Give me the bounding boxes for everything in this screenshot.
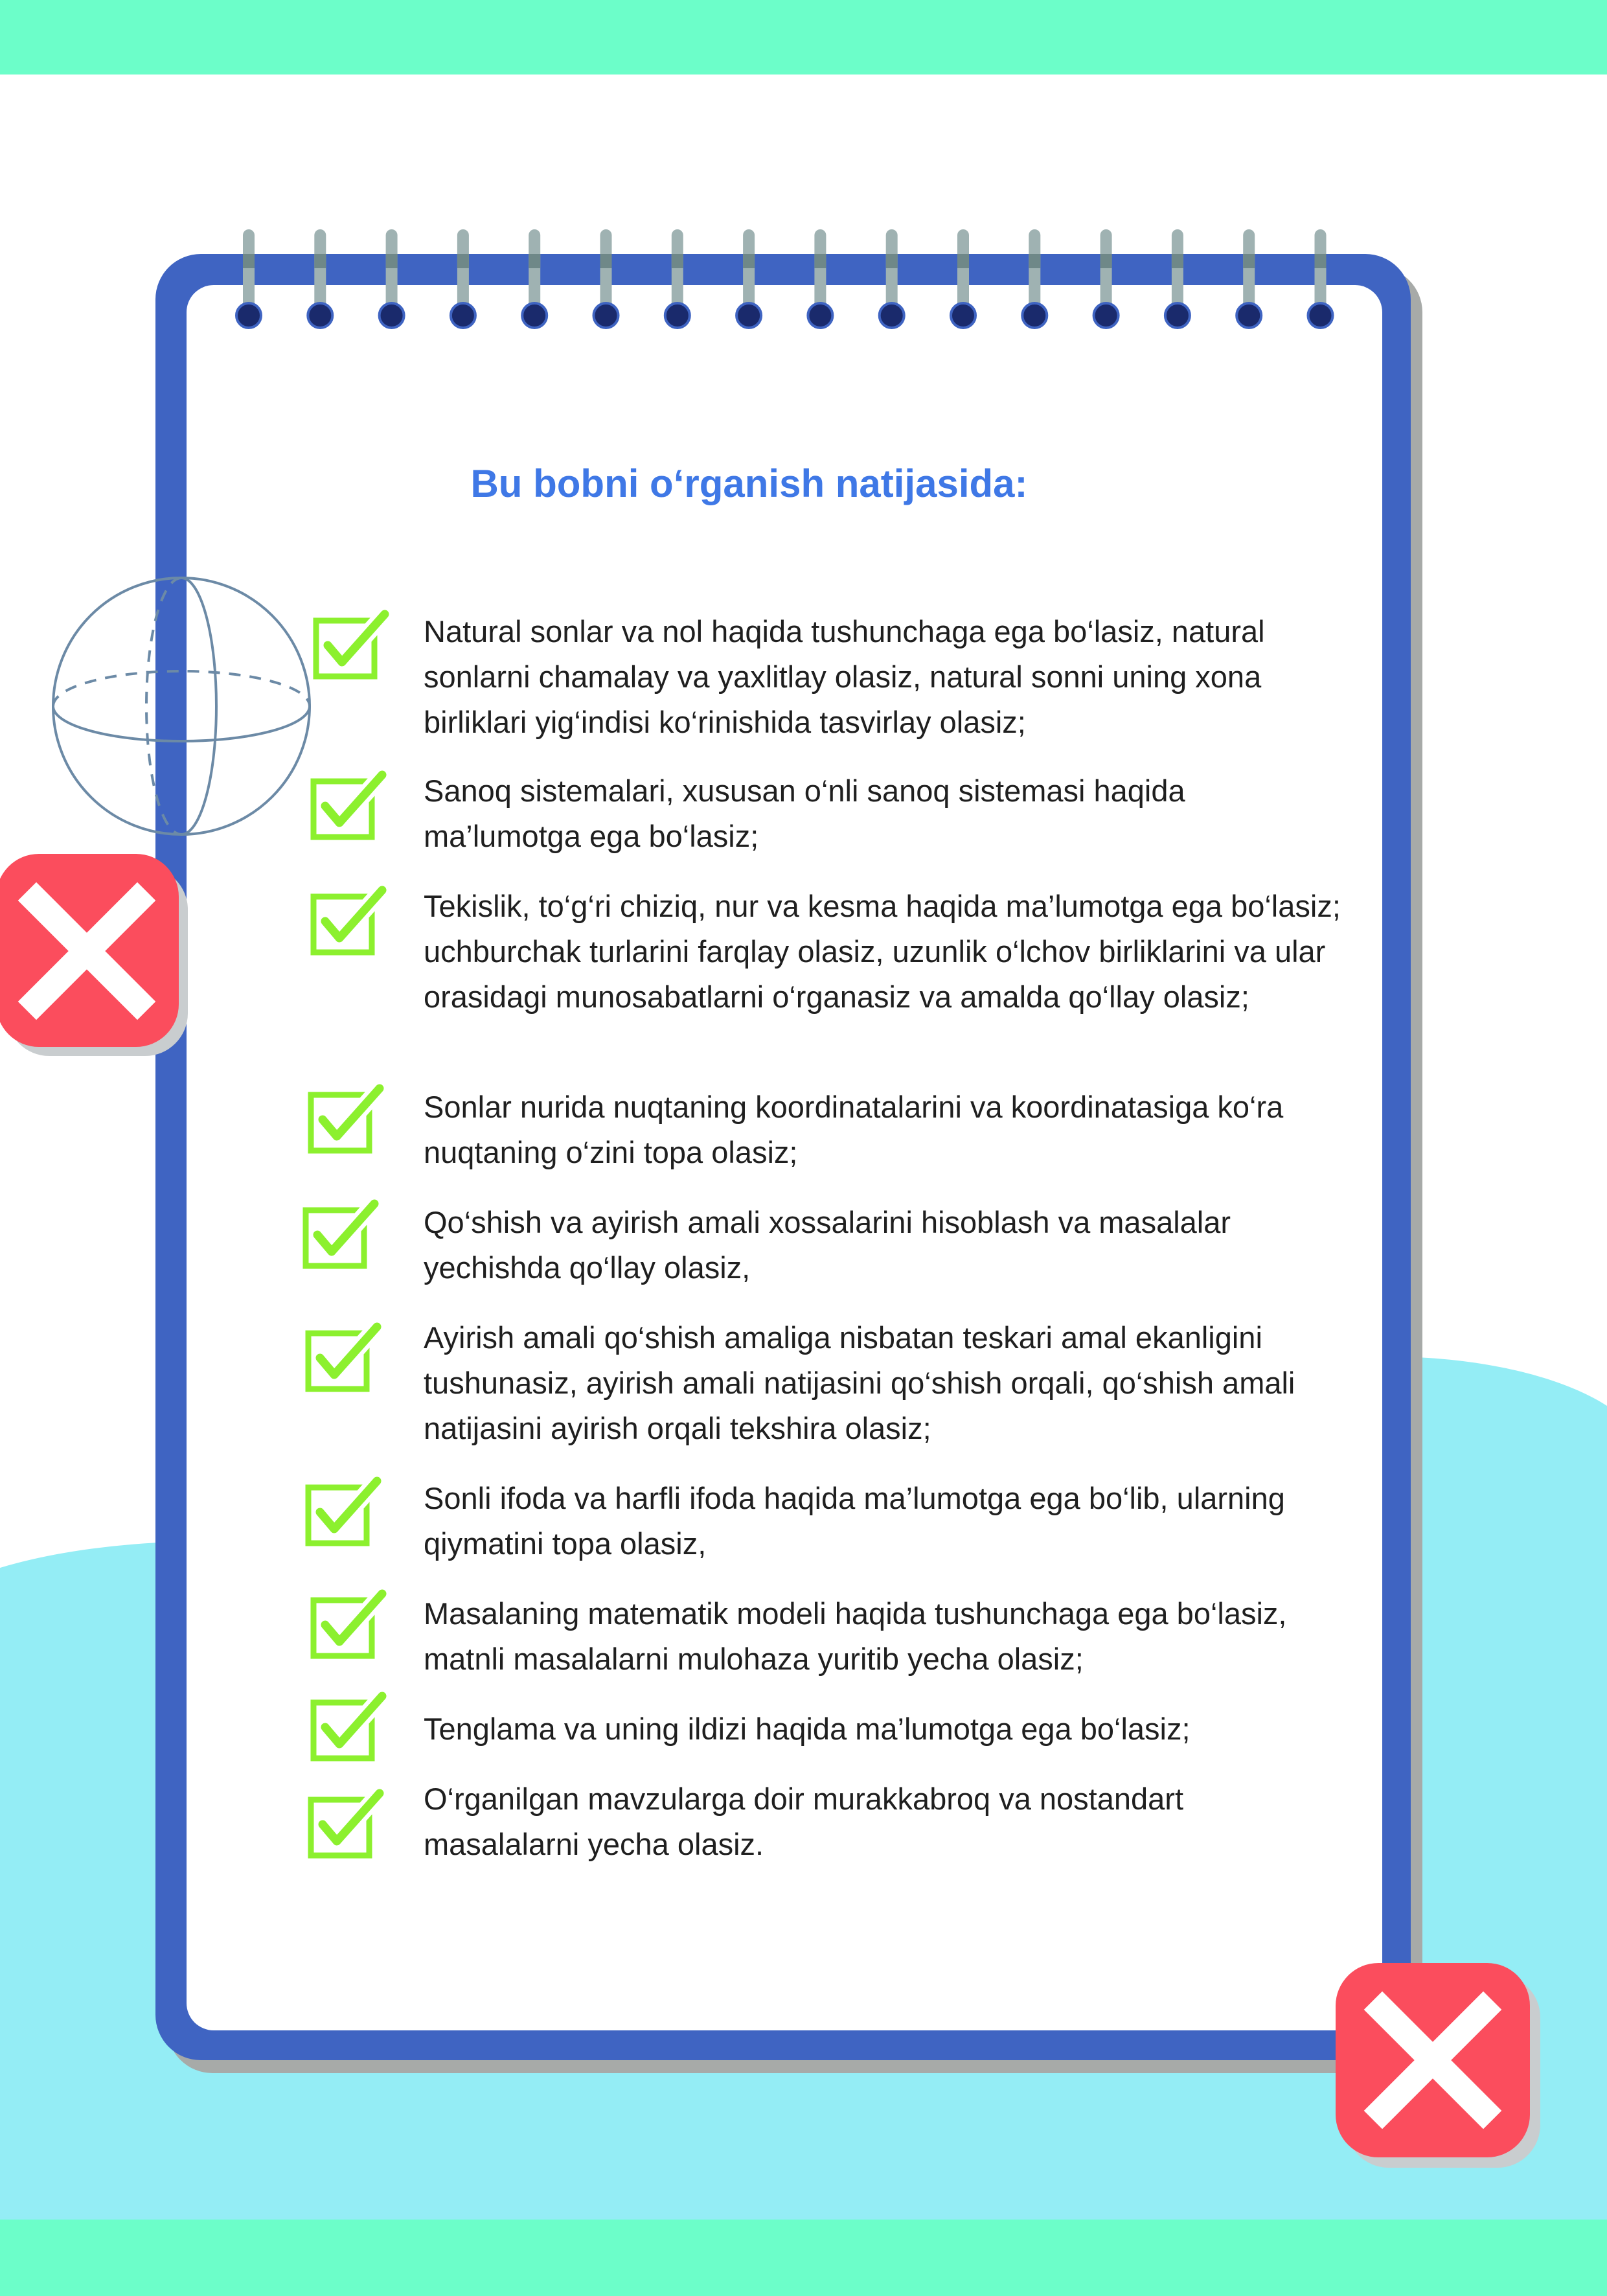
check-icon	[302, 1199, 380, 1269]
check-icon	[308, 1083, 385, 1154]
sphere-icon	[52, 577, 311, 836]
check-icon	[305, 1322, 382, 1392]
spiral-binding	[235, 229, 1334, 329]
spiral-ring-icon	[1163, 229, 1191, 329]
check-icon	[310, 1589, 387, 1659]
spiral-ring-icon	[950, 229, 977, 329]
outcome-text: Sonli ifoda va harfli ifoda haqida ma’lu…	[424, 1481, 1285, 1561]
outcome-text: Ayirish amali qo‘shish amaliga nisbatan …	[424, 1320, 1295, 1445]
outcome-text: Sanoq sistemalari, xususan o‘nli sanoq s…	[424, 774, 1185, 853]
spiral-ring-icon	[1021, 229, 1049, 329]
close-icon	[0, 854, 188, 1056]
spiral-ring-icon	[878, 229, 906, 329]
spiral-ring-icon	[806, 229, 834, 329]
spiral-ring-icon	[592, 229, 620, 329]
spiral-ring-icon	[663, 229, 691, 329]
bottom-color-band	[0, 2220, 1607, 2296]
page-title: Bu bobni o‘rganish natijasida:	[470, 462, 1028, 505]
check-icon	[308, 1788, 385, 1859]
spiral-ring-icon	[521, 229, 549, 329]
spiral-ring-icon	[449, 229, 477, 329]
spiral-ring-icon	[378, 229, 405, 329]
outcome-text: Masalaning matematik modeli haqida tushu…	[424, 1596, 1287, 1676]
outcome-text: Sonlar nurida nuqtaning koordinatalarini…	[424, 1090, 1284, 1169]
spiral-ring-icon	[1092, 229, 1120, 329]
check-icon	[310, 885, 387, 956]
spiral-ring-icon	[1235, 229, 1263, 329]
outcome-text: O‘rganilgan mavzularga doir murakkabroq …	[424, 1782, 1184, 1861]
spiral-ring-icon	[735, 229, 763, 329]
outcome-text: Tekislik, to‘g‘ri chiziq, nur va kesma h…	[424, 889, 1341, 1014]
spiral-ring-icon	[1306, 229, 1334, 329]
check-icon	[310, 770, 387, 840]
check-icon	[310, 1691, 387, 1762]
outcome-text: Tenglama va uning ildizi haqida ma’lumot…	[424, 1712, 1191, 1746]
outcome-text: Natural sonlar va nol haqida tushunchaga…	[424, 614, 1265, 739]
close-icon	[1336, 1963, 1540, 2168]
outcome-text: Qo‘shish va ayirish amali xossalarini hi…	[424, 1205, 1231, 1285]
check-icon	[305, 1476, 382, 1546]
spiral-ring-icon	[235, 229, 262, 329]
spiral-ring-icon	[306, 229, 334, 329]
check-icon	[313, 609, 390, 680]
